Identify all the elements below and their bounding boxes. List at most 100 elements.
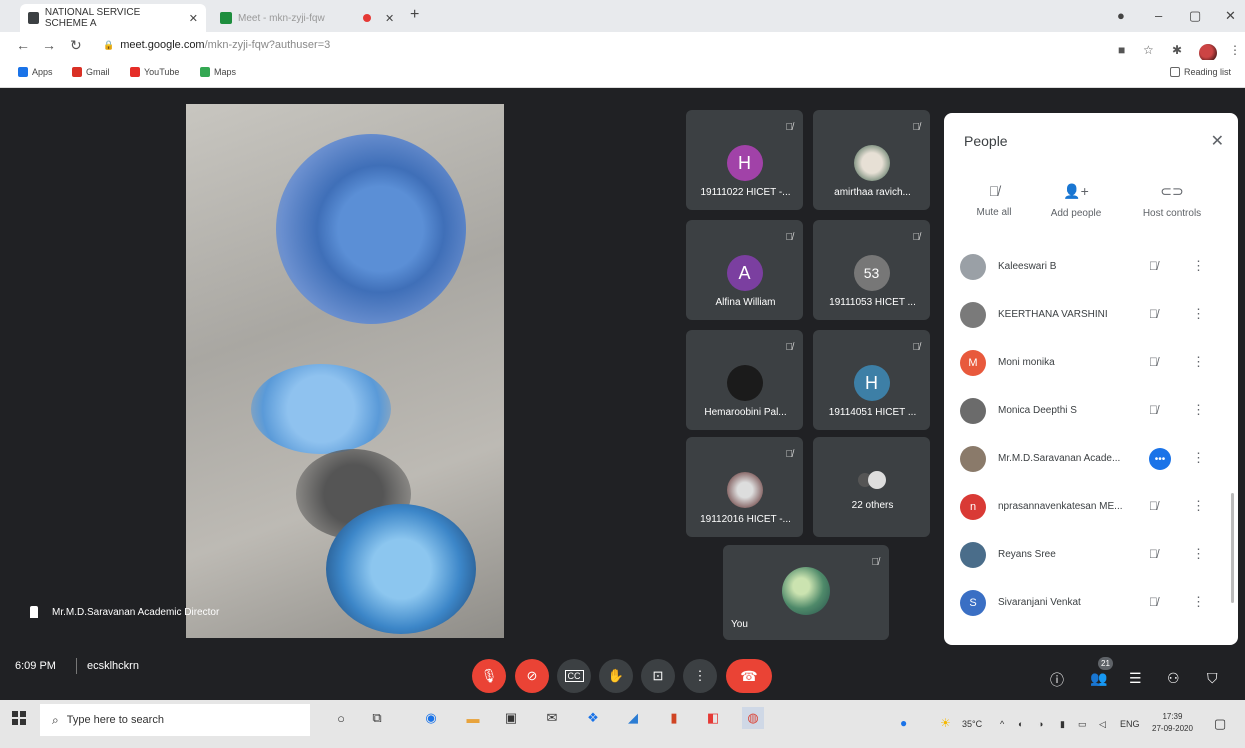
present-button[interactable]: ⊡	[641, 659, 675, 693]
start-button[interactable]	[12, 711, 26, 725]
activities-button[interactable]: ⚇	[1167, 670, 1180, 687]
self-tile[interactable]: 🎙̸ You	[723, 545, 889, 640]
url-field[interactable]: 🔒 meet.google.com/mkn-zyji-fqw?authuser=3	[103, 39, 330, 51]
office-icon[interactable]: ◧	[702, 707, 724, 729]
mail-icon[interactable]: ✉	[541, 707, 563, 729]
edge-icon[interactable]: ◉	[420, 707, 442, 729]
captions-button[interactable]: CC	[557, 659, 591, 693]
camera-toggle-button[interactable]: ⊘	[515, 659, 549, 693]
participant-tile[interactable]: 🎙̸ A Alfina William	[686, 220, 803, 320]
people-button[interactable]: 👥	[1090, 670, 1107, 687]
tray-app-icon[interactable]: ◐	[1018, 719, 1023, 729]
extensions-icon[interactable]: ✱	[1172, 43, 1182, 57]
tab-nss[interactable]: NATIONAL SERVICE SCHEME A ✕	[20, 4, 206, 32]
mute-all-button[interactable]: 🎙̸ Mute all	[954, 183, 1034, 218]
close-window-icon[interactable]: ✕	[1225, 8, 1236, 24]
host-controls-button[interactable]: ⛉	[1207, 670, 1218, 687]
reading-list[interactable]: Reading list	[1170, 67, 1231, 77]
cortana-icon[interactable]: ○	[330, 707, 352, 729]
file-explorer-icon[interactable]: ▬	[462, 707, 484, 729]
others-tile[interactable]: 22 others	[813, 437, 930, 537]
avatar	[782, 567, 830, 615]
list-item[interactable]: Monica Deepthi S 🎙̸ ⋮	[944, 388, 1238, 436]
back-icon[interactable]: ←	[16, 37, 30, 53]
mic-off-icon[interactable]: 🎙̸	[1149, 355, 1158, 369]
list-item[interactable]: Reyans Sree 🎙̸ ⋮	[944, 532, 1238, 580]
taskbar-search[interactable]: ⌕ Type here to search	[40, 704, 310, 736]
taskbar-clock[interactable]: 17:39 27-09-2020	[1152, 711, 1193, 735]
list-item[interactable]: M Moni monika 🎙̸ ⋮	[944, 340, 1238, 388]
more-vertical-icon[interactable]: ⋮	[1192, 546, 1205, 562]
menu-icon[interactable]: ⋮	[1229, 43, 1241, 57]
mic-off-icon[interactable]: 🎙̸	[1149, 595, 1158, 609]
profile-circle-icon[interactable]: ●	[1117, 8, 1125, 23]
mic-off-icon[interactable]: 🎙̸	[1149, 307, 1158, 321]
list-item[interactable]: KEERTHANA VARSHINI 🎙̸ ⋮	[944, 292, 1238, 340]
store-icon[interactable]: ▣	[500, 707, 522, 729]
more-vertical-icon[interactable]: ⋮	[1192, 450, 1205, 466]
close-tab-icon[interactable]: ✕	[385, 12, 394, 25]
more-options-button[interactable]: ⋮	[683, 659, 717, 693]
people-tray-icon[interactable]: ●	[900, 716, 907, 730]
close-tab-icon[interactable]: ✕	[189, 12, 198, 25]
pin-icon[interactable]	[30, 606, 38, 618]
list-item[interactable]: Mr.M.D.Saravanan Acade... ••• ⋮	[944, 436, 1238, 484]
weather-icon[interactable]: ☀	[940, 716, 951, 730]
tray-chevron-icon[interactable]: ^	[1000, 719, 1004, 729]
more-vertical-icon[interactable]: ⋮	[1192, 402, 1205, 418]
camera-icon[interactable]: ■	[1118, 43, 1125, 57]
reload-icon[interactable]: ↻	[70, 37, 82, 54]
mic-off-icon[interactable]: 🎙̸	[1149, 403, 1158, 417]
scrollbar[interactable]	[1231, 493, 1234, 603]
bookmark-gmail[interactable]: Gmail	[72, 67, 110, 77]
volume-icon[interactable]: ◁	[1099, 719, 1106, 730]
forward-icon[interactable]: →	[42, 37, 56, 53]
list-item[interactable]: S Sivaranjani Venkat 🎙̸ ⋮	[944, 580, 1238, 628]
dropbox-icon[interactable]: ❖	[582, 707, 604, 729]
more-vertical-icon[interactable]: ⋮	[1192, 258, 1205, 274]
star-icon[interactable]: ☆	[1143, 43, 1154, 57]
more-vertical-icon[interactable]: ⋮	[1192, 306, 1205, 322]
bookmark-maps[interactable]: Maps	[200, 67, 236, 77]
mic-off-icon[interactable]: 🎙̸	[1149, 259, 1158, 273]
participant-tile[interactable]: 🎙̸ Hemaroobini Pal...	[686, 330, 803, 430]
participant-tile[interactable]: 🎙̸ 53 19111053 HICET ...	[813, 220, 930, 320]
minimize-icon[interactable]: –	[1155, 8, 1162, 23]
weather-temp[interactable]: 35°C	[962, 719, 982, 729]
input-language[interactable]: ENG	[1120, 719, 1140, 729]
tab-meet[interactable]: Meet - mkn-zyji-fqw	[212, 4, 342, 32]
chat-button[interactable]: ☰	[1129, 670, 1142, 687]
add-people-button[interactable]: 👤+ Add people	[1036, 183, 1116, 219]
word-icon[interactable]: ◢	[622, 707, 644, 729]
list-item[interactable]: n nprasannavenkatesan ME... 🎙̸ ⋮	[944, 484, 1238, 532]
mic-off-icon[interactable]: 🎙̸	[1149, 499, 1158, 513]
chrome-icon[interactable]: ◍	[742, 707, 764, 729]
list-item[interactable]: Kaleeswari B 🎙̸ ⋮	[944, 244, 1238, 292]
bookmark-apps[interactable]: Apps	[18, 67, 53, 77]
host-controls-action[interactable]: ⊂⊃ Host controls	[1132, 183, 1212, 219]
leave-call-button[interactable]: ☎	[726, 659, 772, 693]
microphone-tray-icon[interactable]: ▮	[1060, 719, 1065, 730]
notifications-icon[interactable]: ▢	[1214, 716, 1226, 732]
tab-recording[interactable]: ✕	[355, 4, 403, 32]
tray-app-icon[interactable]: ◑	[1038, 719, 1043, 729]
participant-tile[interactable]: 🎙̸ 19112016 HICET -...	[686, 437, 803, 537]
powerpoint-icon[interactable]: ▮	[663, 707, 685, 729]
bookmark-youtube[interactable]: YouTube	[130, 67, 179, 77]
main-video-feed[interactable]	[186, 104, 504, 638]
more-vertical-icon[interactable]: ⋮	[1192, 594, 1205, 610]
meeting-details-button[interactable]: ⓘ	[1050, 670, 1064, 690]
participant-tile[interactable]: 🎙̸ H 19111022 HICET -...	[686, 110, 803, 210]
more-vertical-icon[interactable]: ⋮	[1192, 354, 1205, 370]
new-tab-icon[interactable]: +	[410, 6, 419, 24]
participant-tile[interactable]: 🎙̸ amirthaa ravich...	[813, 110, 930, 210]
mic-toggle-button[interactable]: 🎙	[472, 659, 506, 693]
more-vertical-icon[interactable]: ⋮	[1192, 498, 1205, 514]
maximize-icon[interactable]: ▢	[1189, 8, 1201, 24]
mic-off-icon[interactable]: 🎙̸	[1149, 547, 1158, 561]
participant-tile[interactable]: 🎙̸ H 19114051 HICET ...	[813, 330, 930, 430]
task-view-icon[interactable]: ⧉	[366, 707, 388, 729]
raise-hand-button[interactable]: ✋	[599, 659, 633, 693]
battery-icon[interactable]: ▭	[1078, 719, 1087, 730]
close-icon[interactable]: ✕	[1211, 131, 1224, 151]
